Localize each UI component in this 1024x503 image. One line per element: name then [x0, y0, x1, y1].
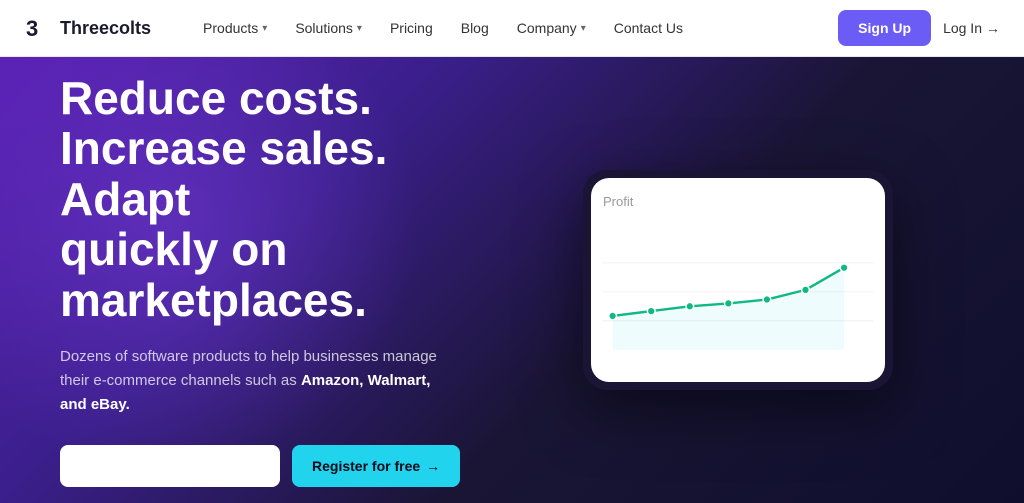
register-button[interactable]: Register for free →	[292, 445, 460, 487]
logo-icon: 3	[24, 14, 52, 42]
arrow-icon: →	[426, 458, 440, 474]
nav-item-products[interactable]: Products ▾	[191, 12, 279, 44]
profit-chart	[603, 217, 873, 357]
nav-item-company[interactable]: Company ▾	[505, 12, 598, 44]
hero-form: Register for free →	[60, 445, 512, 487]
chart-inner: Profit	[591, 178, 885, 382]
login-button[interactable]: Log In →	[943, 20, 1000, 36]
chevron-down-icon: ▾	[262, 23, 267, 34]
chart-widget: Profit	[583, 170, 893, 390]
nav-item-contact[interactable]: Contact Us	[602, 12, 695, 44]
hero-subtext: Dozens of software products to help busi…	[60, 345, 460, 417]
nav-links: Products ▾ Solutions ▾ Pricing Blog Comp…	[191, 12, 838, 44]
hero-right: Profit	[512, 170, 964, 390]
signup-button[interactable]: Sign Up	[838, 10, 931, 46]
svg-text:3: 3	[26, 16, 38, 41]
chart-label: Profit	[603, 194, 873, 209]
chevron-down-icon: ▾	[357, 23, 362, 34]
nav-item-blog[interactable]: Blog	[449, 12, 501, 44]
nav-actions: Sign Up Log In →	[838, 10, 1000, 46]
logo-text: Threecolts	[60, 18, 151, 39]
hero-headline: Reduce costs.Increase sales. Adaptquickl…	[60, 73, 512, 326]
nav-item-pricing[interactable]: Pricing	[378, 12, 445, 44]
arrow-icon: →	[986, 20, 1000, 36]
nav-item-solutions[interactable]: Solutions ▾	[283, 12, 374, 44]
email-input[interactable]	[60, 445, 280, 487]
hero-section: Reduce costs.Increase sales. Adaptquickl…	[0, 57, 1024, 503]
logo-link[interactable]: 3 Threecolts	[24, 14, 151, 42]
navbar: 3 Threecolts Products ▾ Solutions ▾ Pric…	[0, 0, 1024, 57]
chevron-down-icon: ▾	[581, 23, 586, 34]
hero-left: Reduce costs.Increase sales. Adaptquickl…	[60, 73, 512, 488]
